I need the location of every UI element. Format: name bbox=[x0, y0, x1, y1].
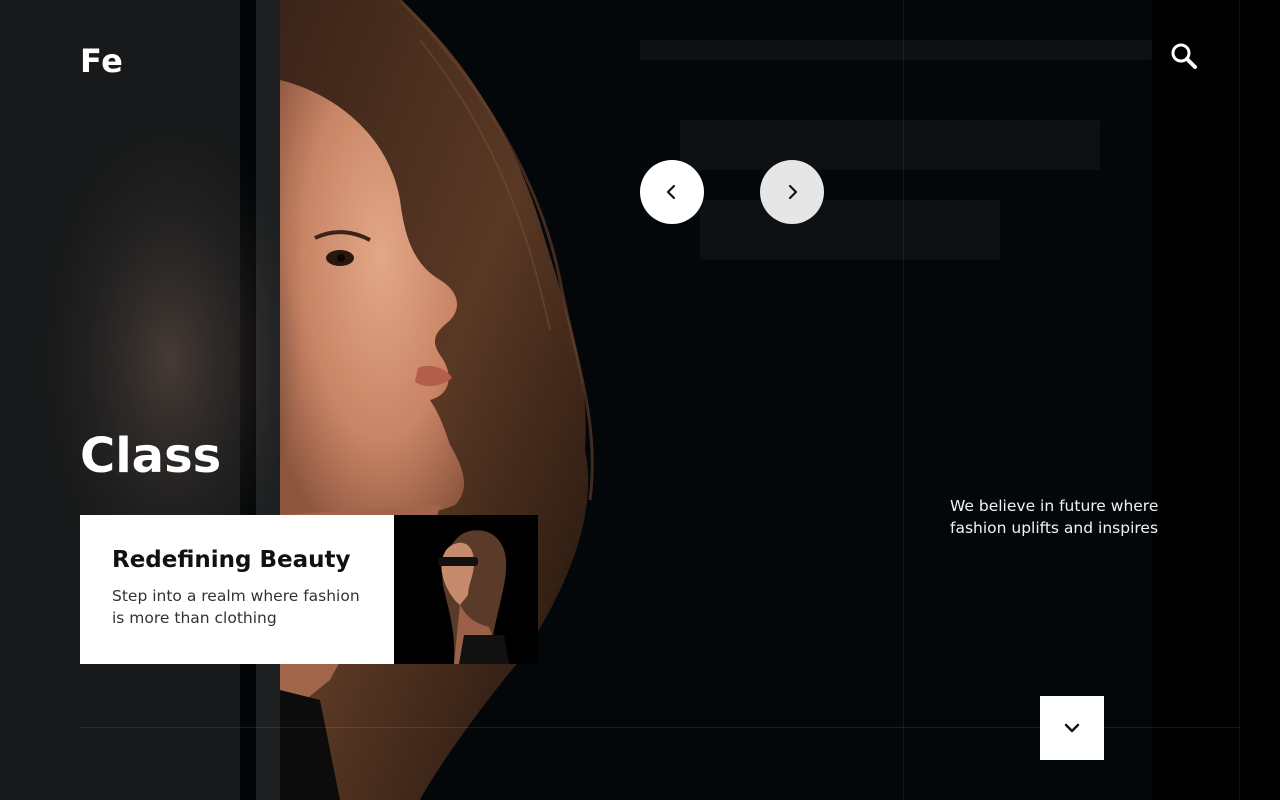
right-edge-band bbox=[1240, 0, 1280, 800]
blindfolded-woman-photo bbox=[394, 515, 538, 664]
carousel-prev-button[interactable] bbox=[640, 160, 704, 224]
feature-card[interactable]: Redefining Beauty Step into a realm wher… bbox=[80, 515, 394, 664]
vertical-strip bbox=[240, 0, 256, 800]
vertical-strip bbox=[256, 0, 280, 800]
card-thumbnail[interactable] bbox=[394, 515, 538, 664]
tagline: We believe in future where fashion uplif… bbox=[950, 497, 1159, 537]
left-panel-overlay bbox=[0, 0, 240, 800]
hero-headline: Class bbox=[80, 428, 222, 484]
grid-divider bbox=[903, 0, 904, 800]
logo[interactable]: Fe bbox=[80, 42, 123, 80]
right-dark-band bbox=[1152, 0, 1240, 800]
card-title: Redefining Beauty bbox=[112, 547, 351, 573]
search-icon bbox=[1171, 43, 1197, 69]
scroll-down-button[interactable] bbox=[1040, 696, 1104, 760]
search-button[interactable] bbox=[1168, 40, 1200, 72]
chevron-left-icon bbox=[666, 184, 676, 200]
grid-divider bbox=[1239, 0, 1240, 800]
chevron-right-icon bbox=[788, 184, 798, 200]
carousel-next-button[interactable] bbox=[760, 160, 824, 224]
chevron-down-icon bbox=[1064, 723, 1080, 733]
card-description: Step into a realm where fashion is more … bbox=[112, 587, 360, 627]
